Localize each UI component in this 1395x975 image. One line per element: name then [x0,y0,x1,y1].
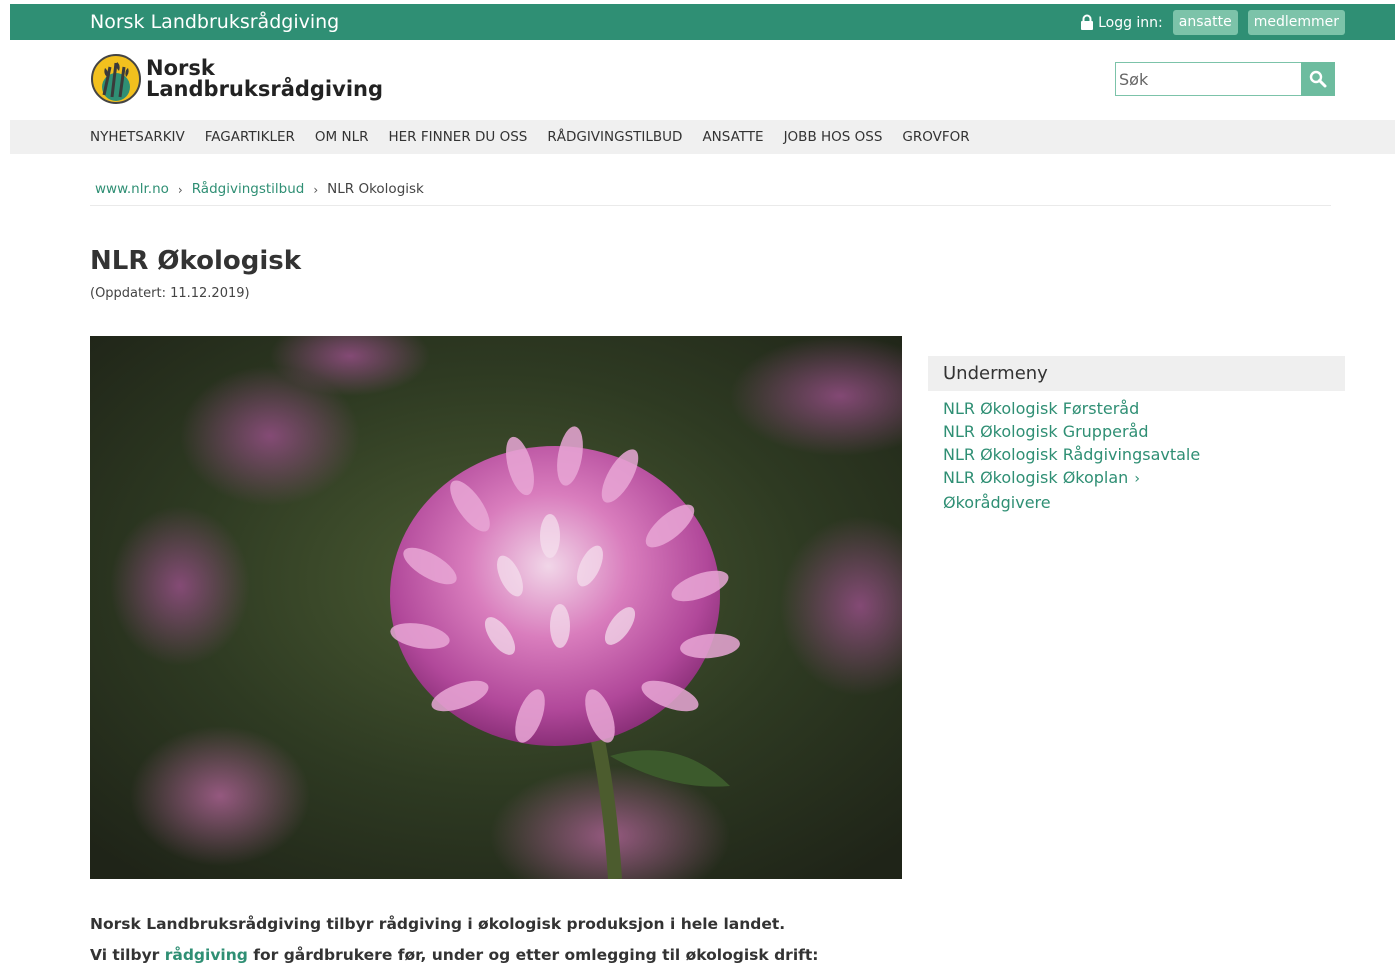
breadcrumb-current: NLR Okologisk [327,181,424,197]
site-name: Norsk Landbruksrådgiving [90,11,340,33]
main-nav: NYHETSARKIV FAGARTIKLER OM NLR HER FINNE… [10,120,1395,154]
search-icon [1309,70,1327,88]
nav-item-om-nlr[interactable]: OM NLR [315,128,369,146]
page-title: NLR Økologisk [90,246,302,276]
logo-text: Norsk Landbruksrådgiving [146,58,383,100]
logo-line-2: Landbruksrådgiving [146,77,383,101]
clover-flower-image [90,336,902,879]
nav-item-nyhetsarkiv[interactable]: NYHETSARKIV [90,128,185,146]
hero-image [90,336,902,879]
submenu-item-okoplan-row[interactable]: NLR Økologisk Økoplan › [943,466,1345,491]
submenu-item-okoradgivere[interactable]: Økorådgivere [943,491,1345,514]
submenu: Undermeny NLR Økologisk Førsteråd NLR Øk… [928,356,1345,514]
logo-emblem-icon [91,54,141,104]
search-button[interactable] [1301,62,1335,96]
submenu-item-grupperad[interactable]: NLR Økologisk Grupperåd [943,420,1345,443]
login-members-button[interactable]: medlemmer [1247,10,1345,35]
logo-line-1: Norsk [146,56,215,80]
submenu-item-radgivingsavtale[interactable]: NLR Økologisk Rådgivingsavtale [943,443,1345,466]
intro-paragraph: Norsk Landbruksrådgiving tilbyr rådgivin… [90,915,786,933]
nav-item-ansatte[interactable]: ANSATTE [702,128,763,146]
search-box [1115,62,1335,96]
breadcrumb-separator-icon: › [313,183,319,197]
article-body: Norsk Landbruksrådgiving tilbyr rådgivin… [90,913,819,975]
offer-paragraph: Vi tilbyr rådgiving for gårdbrukere før,… [90,944,819,966]
login-label-text: Logg inn: [1098,14,1163,31]
breadcrumb: www.nlr.no › Rådgivingstilbud › NLR Okol… [90,181,1331,206]
lock-icon [1081,14,1094,30]
site-logo[interactable]: Norsk Landbruksrådgiving [90,53,383,105]
search-input[interactable] [1115,62,1301,96]
nav-item-jobb-hos-oss[interactable]: JOBB HOS OSS [784,128,883,146]
chevron-right-icon: › [1134,471,1140,487]
radgiving-link[interactable]: rådgiving [165,946,248,964]
top-bar: Norsk Landbruksrådgiving Logg inn: ansat… [10,4,1395,40]
submenu-heading: Undermeny [928,356,1345,391]
updated-date: (Oppdatert: 11.12.2019) [90,286,250,301]
breadcrumb-parent[interactable]: Rådgivingstilbud [192,181,305,197]
nav-item-fagartikler[interactable]: FAGARTIKLER [205,128,295,146]
login-staff-button[interactable]: ansatte [1172,10,1238,35]
login-area: Logg inn: ansatte medlemmer [1080,10,1345,35]
offer-prefix: Vi tilbyr [90,946,165,964]
submenu-item-forsterad[interactable]: NLR Økologisk Førsteråd [943,397,1345,420]
breadcrumb-home[interactable]: www.nlr.no [95,181,169,197]
login-label: Logg inn: [1080,14,1163,31]
submenu-item-okoplan[interactable]: NLR Økologisk Økoplan [943,468,1128,487]
nav-item-grovfor[interactable]: GROVFOR [902,128,969,146]
nav-item-her-finner-du-oss[interactable]: HER FINNER DU OSS [389,128,528,146]
nav-item-radgivingstilbud[interactable]: RÅDGIVINGSTILBUD [547,128,682,146]
breadcrumb-separator-icon: › [177,183,183,197]
offer-suffix: for gårdbrukere før, under og etter omle… [247,946,819,964]
